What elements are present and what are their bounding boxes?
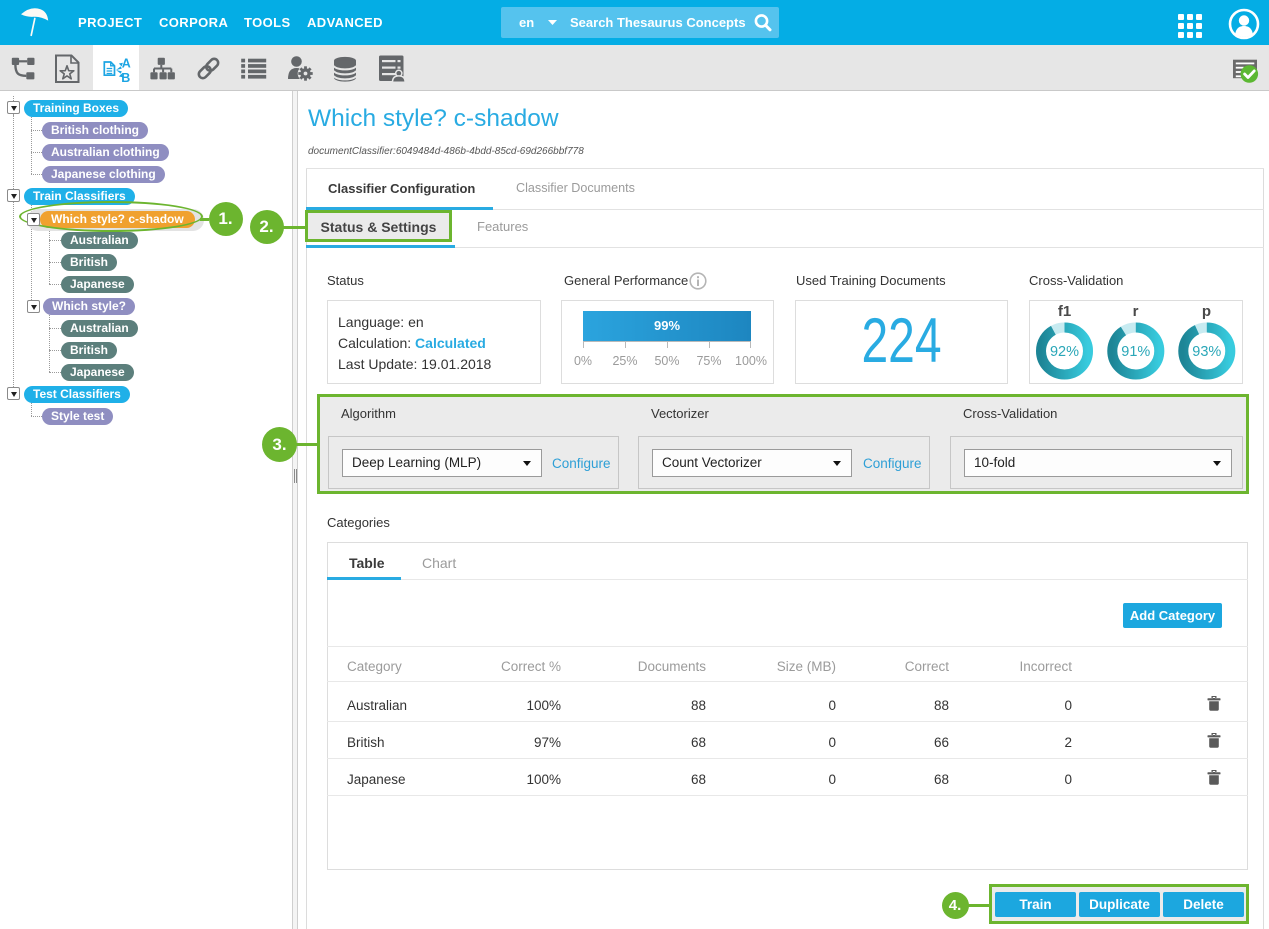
svg-text:93%: 93% xyxy=(1192,344,1221,360)
svg-text:A: A xyxy=(122,56,131,70)
svg-text:B: B xyxy=(121,71,130,85)
svg-text:92%: 92% xyxy=(1050,344,1079,360)
svg-text:91%: 91% xyxy=(1121,344,1150,360)
